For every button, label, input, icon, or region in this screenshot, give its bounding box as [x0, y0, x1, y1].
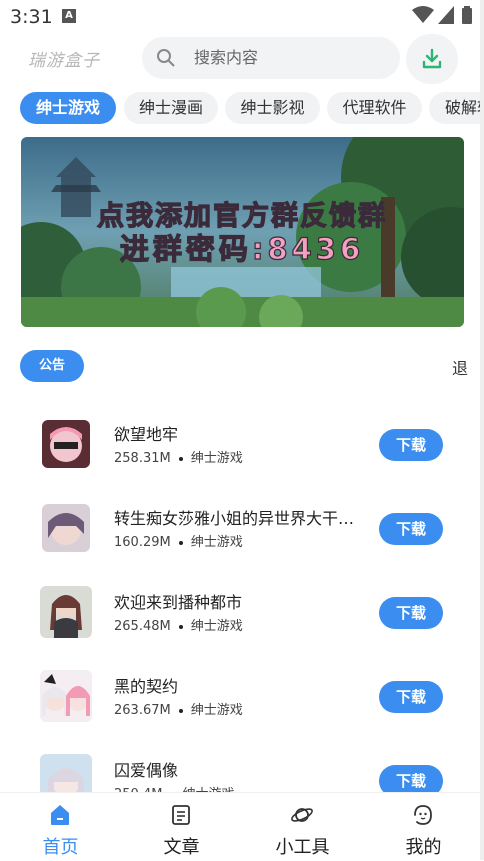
game-meta: 160.29M 绅士游戏 [114, 531, 243, 550]
app-logo: 瑞游盒子 [28, 51, 100, 71]
game-title: 转生痴女莎雅小姐的异世界大干… [114, 509, 355, 528]
search-input[interactable] [192, 47, 386, 68]
announcement-bar[interactable]: 公告 退 [0, 348, 484, 384]
tab-gentleman-comics[interactable]: 绅士漫画 [124, 92, 218, 124]
battery-icon [462, 6, 472, 24]
article-icon [172, 805, 190, 825]
nav-home-label: 首页 [42, 837, 79, 858]
game-category: 绅士游戏 [190, 619, 243, 634]
game-thumbnail [42, 420, 90, 468]
nav-profile-label: 我的 [405, 837, 442, 858]
download-button[interactable]: 下载 [379, 513, 443, 545]
nav-tools[interactable]: 小工具 [242, 793, 363, 861]
top-bar: 瑞游盒子 [0, 34, 484, 84]
home-icon [51, 805, 69, 825]
tab-cracked-software[interactable]: 破解软 [429, 92, 484, 124]
tab-gentleman-videos[interactable]: 绅士影视 [225, 92, 320, 124]
announcement-text: 退 [452, 359, 469, 378]
list-item[interactable]: 欢迎来到播种都市 265.48M 绅士游戏 下载 [0, 572, 484, 656]
search-icon [157, 49, 175, 67]
list-item[interactable]: 欲望地牢 258.31M 绅士游戏 下载 [0, 404, 484, 488]
game-meta: 258.31M 绅士游戏 [114, 447, 243, 466]
tab-gentleman-games[interactable]: 绅士游戏 [20, 92, 116, 124]
download-button[interactable]: 下载 [379, 429, 443, 461]
game-thumbnail [40, 670, 92, 722]
game-title: 囚爱偶像 [114, 761, 179, 780]
announcement-tag: 公告 [20, 350, 84, 382]
list-item[interactable]: 转生痴女莎雅小姐的异世界大干… 160.29M 绅士游戏 下载 [0, 488, 484, 572]
game-thumbnail [40, 754, 92, 794]
wifi-icon [412, 6, 434, 23]
bottom-navigation: 首页 文章 小工具 我的 [0, 792, 484, 861]
nav-tools-label: 小工具 [275, 837, 330, 858]
nav-articles-label: 文章 [163, 837, 200, 858]
game-category: 绅士游戏 [190, 535, 243, 550]
download-button[interactable]: 下载 [379, 681, 443, 713]
scroll-edge [480, 0, 484, 860]
nav-home[interactable]: 首页 [0, 793, 121, 861]
game-category: 绅士游戏 [190, 451, 243, 466]
banner-text-line1: 点我添加官方群反馈群 [97, 200, 387, 232]
download-icon [422, 48, 442, 69]
nav-articles[interactable]: 文章 [121, 793, 242, 861]
promo-banner[interactable]: 点我添加官方群反馈群 进群密码:8436 [21, 137, 464, 327]
game-size: 258.31M [114, 451, 171, 466]
download-button[interactable]: 下载 [379, 597, 443, 629]
game-size: 263.67M [114, 703, 171, 718]
banner-image: 点我添加官方群反馈群 进群密码:8436 [21, 137, 464, 327]
status-time: 3:31 [10, 6, 53, 28]
game-thumbnail [42, 504, 90, 552]
game-meta: 265.48M 绅士游戏 [114, 615, 243, 634]
cell-signal-icon [438, 6, 454, 24]
download-manager-button[interactable] [406, 34, 458, 84]
banner-text-line2: 进群密码:8436 [120, 232, 364, 266]
category-tabs: 绅士游戏 绅士漫画 绅士影视 代理软件 破解软 [0, 92, 484, 126]
planet-icon [291, 808, 313, 822]
search-bar[interactable] [142, 37, 400, 79]
game-category: 绅士游戏 [190, 703, 243, 718]
game-meta: 263.67M 绅士游戏 [114, 699, 243, 718]
list-item[interactable]: 黑的契约 263.67M 绅士游戏 下载 [0, 656, 484, 740]
profile-icon [414, 805, 432, 825]
game-title: 欲望地牢 [114, 425, 179, 444]
tab-proxy-software[interactable]: 代理软件 [327, 92, 422, 124]
game-thumbnail [40, 586, 92, 638]
game-title: 欢迎来到播种都市 [114, 593, 243, 612]
status-bar: 3:31 A [0, 0, 484, 34]
nav-profile[interactable]: 我的 [363, 793, 484, 861]
game-size: 265.48M [114, 619, 171, 634]
notification-a-icon: A [62, 9, 76, 23]
game-title: 黑的契约 [114, 677, 179, 696]
game-size: 160.29M [114, 535, 171, 550]
